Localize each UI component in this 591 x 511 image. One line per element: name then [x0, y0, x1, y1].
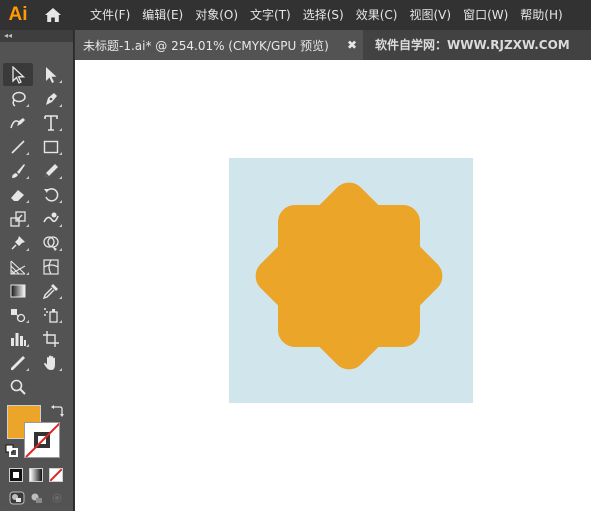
gradient-tool[interactable]: [3, 279, 33, 302]
column-graph-icon: [11, 332, 26, 346]
hand-icon: [44, 355, 55, 370]
home-button[interactable]: [36, 0, 70, 30]
type-t-icon: [44, 114, 58, 131]
shape-builder-icon: [43, 235, 59, 251]
pencil-tool[interactable]: [36, 159, 66, 182]
perspective-grid-tool[interactable]: [3, 255, 33, 278]
default-fill-stroke-icon[interactable]: [5, 444, 18, 457]
selection-tool[interactable]: [3, 63, 33, 86]
column-graph-tool[interactable]: [3, 327, 33, 350]
gradient-mode-button[interactable]: [29, 468, 43, 482]
menu-view[interactable]: 视图(V): [403, 0, 457, 30]
menu-object[interactable]: 对象(O): [189, 0, 244, 30]
curvature-tool[interactable]: [3, 111, 33, 134]
mesh-tool[interactable]: [36, 255, 66, 278]
pushpin-icon: [11, 235, 25, 250]
tool-grid: [3, 63, 69, 399]
document-tab[interactable]: 未标题-1.ai* @ 254.01% (CMYK/GPU 预览) ✖: [75, 30, 363, 60]
blend-icon: [11, 308, 26, 322]
eight-point-star-shape[interactable]: [249, 176, 449, 376]
pen-tool[interactable]: [36, 87, 66, 110]
shape-builder-tool[interactable]: [36, 231, 66, 254]
rectangle-tool[interactable]: [36, 135, 66, 158]
paintbrush-tool[interactable]: [3, 159, 33, 182]
menu-file[interactable]: 文件(F): [84, 0, 136, 30]
perspective-grid-icon: [10, 260, 26, 275]
lasso-icon: [12, 91, 26, 107]
lasso-tool[interactable]: [3, 87, 33, 110]
pencil-icon: [45, 163, 58, 177]
zoom-tool[interactable]: [3, 375, 33, 398]
symbol-sprayer-icon: [44, 307, 58, 323]
scale-icon: [10, 210, 26, 227]
pen-icon: [46, 92, 57, 105]
none-mode-button[interactable]: [49, 468, 63, 482]
hand-tool[interactable]: [36, 351, 66, 374]
curvature-pen-icon: [10, 117, 25, 128]
draw-normal-icon[interactable]: [9, 491, 25, 505]
artboard-icon: [43, 330, 59, 347]
canvas-area[interactable]: [75, 60, 591, 511]
menu-effect[interactable]: 效果(C): [350, 0, 404, 30]
watermark-text: 软件自学网：WWW.RJZXW.COM: [375, 38, 570, 52]
menu-edit[interactable]: 编辑(E): [136, 0, 189, 30]
puppet-warp-tool[interactable]: [3, 231, 33, 254]
artboard[interactable]: [229, 158, 473, 403]
no-stroke-slash: [25, 423, 59, 457]
slice-tool[interactable]: [3, 351, 33, 374]
document-tab-title: 未标题-1.ai* @ 254.01% (CMYK/GPU 预览): [83, 38, 329, 53]
selection-arrow-icon: [12, 65, 26, 84]
menu-window[interactable]: 窗口(W): [457, 0, 514, 30]
eraser-icon: [11, 189, 24, 201]
symbol-sprayer-tool[interactable]: [36, 303, 66, 326]
color-mode-button[interactable]: [9, 468, 23, 482]
menu-items: 文件(F) 编辑(E) 对象(O) 文字(T) 选择(S) 效果(C) 视图(V…: [84, 0, 569, 30]
panel-collapse-button[interactable]: ◂◂: [0, 30, 73, 42]
app-logo: Ai: [8, 4, 28, 25]
eraser-tool[interactable]: [3, 183, 33, 206]
line-icon: [11, 139, 25, 154]
home-icon: [45, 8, 61, 22]
document-tab-bar: 未标题-1.ai* @ 254.01% (CMYK/GPU 预览) ✖ 软件自学…: [75, 30, 591, 60]
stroke-color-swatch[interactable]: [24, 422, 60, 458]
menu-type[interactable]: 文字(T): [244, 0, 297, 30]
rotate-tool[interactable]: [36, 183, 66, 206]
mesh-icon: [43, 258, 59, 275]
warp-icon: [43, 212, 59, 222]
type-tool[interactable]: [36, 111, 66, 134]
artboard-tool[interactable]: [36, 327, 66, 350]
direct-selection-arrow-icon: [46, 66, 57, 83]
close-tab-button[interactable]: ✖: [347, 38, 357, 52]
rectangle-icon: [43, 140, 59, 153]
menu-help[interactable]: 帮助(H): [514, 0, 568, 30]
direct-selection-tool[interactable]: [36, 63, 66, 86]
magnifier-icon: [10, 379, 26, 395]
rotate-icon: [44, 187, 59, 202]
blend-tool[interactable]: [3, 303, 33, 326]
menu-select[interactable]: 选择(S): [297, 0, 350, 30]
paintbrush-icon: [12, 163, 25, 178]
eyedropper-icon: [42, 283, 58, 299]
eyedropper-tool[interactable]: [36, 279, 66, 302]
draw-behind-icon[interactable]: [29, 491, 45, 505]
menu-bar: Ai 文件(F) 编辑(E) 对象(O) 文字(T) 选择(S) 效果(C) 视…: [0, 0, 591, 30]
illustrator-window: Ai 文件(F) 编辑(E) 对象(O) 文字(T) 选择(S) 效果(C) 视…: [0, 0, 591, 511]
swap-fill-stroke-icon[interactable]: [50, 404, 64, 418]
scale-tool[interactable]: [3, 207, 33, 230]
draw-inside-icon[interactable]: [49, 491, 65, 505]
warp-tool[interactable]: [36, 207, 66, 230]
line-segment-tool[interactable]: [3, 135, 33, 158]
slice-knife-icon: [11, 355, 25, 370]
gradient-icon: [10, 284, 26, 297]
